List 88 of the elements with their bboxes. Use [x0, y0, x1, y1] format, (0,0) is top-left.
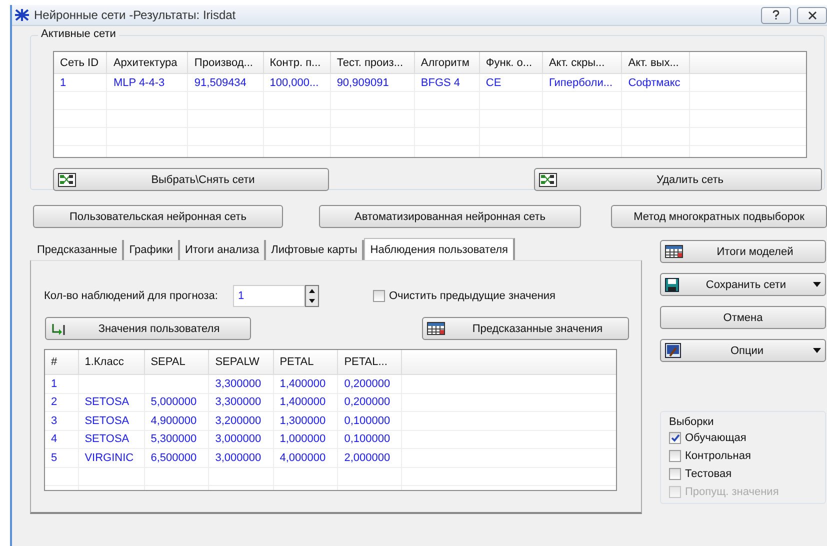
table-cell: 0,100000	[338, 412, 402, 430]
column-header[interactable]: Акт. вых...	[622, 52, 690, 74]
group-label: Активные сети	[38, 28, 119, 40]
column-header[interactable]: Архитектура	[106, 52, 188, 74]
column-header[interactable]: Тест. произ...	[330, 52, 414, 74]
table-cell: 1,000000	[273, 430, 338, 448]
side-button[interactable]: Опции	[660, 339, 826, 362]
select-button[interactable]: Выбрать\Снять сети	[53, 168, 329, 191]
table-cell: 2,000000	[338, 448, 402, 467]
column-header[interactable]: Функ. о...	[479, 52, 542, 74]
table-cell: 3,300000	[208, 374, 274, 393]
mode-button[interactable]: Автоматизированная нейронная сеть	[319, 205, 581, 228]
app-icon	[14, 8, 30, 22]
checkbox-label: Пропущ. значения	[685, 486, 779, 498]
picture-icon	[665, 343, 681, 358]
table-cell: CE	[479, 74, 542, 92]
table-cell: VIRGINIC	[78, 448, 144, 467]
table-icon	[427, 322, 445, 335]
network-icon	[58, 172, 76, 186]
checkbox[interactable]	[669, 432, 681, 444]
predicted-values-button[interactable]: Предсказанные значения	[422, 317, 629, 340]
table-cell: 5,000000	[144, 393, 209, 412]
table-cell: 1,400000	[273, 393, 338, 412]
column-header[interactable]: Алгоритм	[414, 52, 480, 74]
delete-button[interactable]: Удалить сеть	[534, 168, 822, 191]
table-cell: Гиперболи...	[542, 74, 622, 92]
close-button[interactable]	[797, 6, 827, 24]
column-header[interactable]: 1.Класс	[78, 350, 144, 374]
mode-button[interactable]: Пользовательская нейронная сеть	[33, 205, 283, 228]
help-button[interactable]	[761, 6, 791, 24]
table-cell: 5,300000	[144, 430, 209, 448]
arrow-icon	[50, 322, 66, 336]
mode-button[interactable]: Метод многократных подвыборок	[611, 205, 827, 228]
checkbox[interactable]	[669, 468, 681, 480]
checkbox-label: Контрольная	[685, 450, 751, 462]
table-cell: Софтмакс	[622, 74, 690, 92]
column-header[interactable]: SEPALW	[208, 350, 274, 374]
table-cell: 0,200000	[338, 393, 402, 412]
checkbox-label: Очистить предыдущие значения	[388, 290, 556, 302]
table-cell: 4	[45, 430, 78, 448]
table-icon	[665, 245, 683, 258]
table-cell: 3,000000	[208, 430, 274, 448]
column-header[interactable]: Контр. п...	[263, 52, 330, 74]
table-cell: 2	[45, 393, 78, 412]
column-header[interactable]: Производ...	[188, 52, 264, 74]
column-header[interactable]: Сеть ID	[54, 52, 107, 74]
side-button[interactable]: Сохранить сети	[660, 273, 826, 296]
field-label: Кол-во наблюдений для прогноза:	[44, 290, 218, 302]
column-header[interactable]: PETAL	[273, 350, 338, 374]
help-icon	[772, 10, 780, 20]
table-cell: 90,909091	[330, 74, 414, 92]
table-cell: 4,900000	[144, 412, 209, 430]
tab[interactable]: Наблюдения пользователя	[364, 238, 515, 260]
table-cell: 6,500000	[144, 448, 209, 467]
column-header[interactable]: #	[45, 350, 78, 374]
table-cell: 3,200000	[208, 412, 274, 430]
table-cell: 3	[45, 412, 78, 430]
table-cell: 3,000000	[208, 448, 274, 467]
table-cell: 1,300000	[273, 412, 338, 430]
side-button[interactable]: Итоги моделей	[660, 240, 826, 263]
column-header[interactable]: PETAL...	[338, 350, 402, 374]
close-icon	[808, 10, 816, 20]
window-title: Нейронные сети -Результаты: Irisdat	[34, 8, 236, 22]
table-cell: MLP 4-4-3	[106, 74, 188, 92]
checkbox[interactable]	[372, 290, 385, 302]
table-cell: SETOSA	[78, 430, 144, 448]
table-cell: 1	[54, 74, 107, 92]
table-cell: 1	[45, 374, 78, 393]
user-values-button[interactable]: Значения пользователя	[45, 317, 251, 340]
table-cell: SETOSA	[78, 393, 144, 412]
table-cell: 4,000000	[273, 448, 338, 467]
table-cell: 3,300000	[208, 393, 274, 412]
table-cell: 91,509434	[188, 74, 264, 92]
checkbox[interactable]	[669, 450, 681, 462]
table-cell: 100,000...	[263, 74, 330, 92]
table-cell: 0,100000	[338, 430, 402, 448]
side-button[interactable]: Отмена	[660, 306, 826, 329]
network-icon	[539, 172, 557, 186]
column-header[interactable]: SEPAL	[144, 350, 209, 374]
checkbox-label: Тестовая	[685, 468, 732, 480]
table-cell: 5	[45, 448, 78, 467]
group-label: Выборки	[669, 416, 715, 428]
checkbox-label: Обучающая	[685, 432, 746, 444]
column-header[interactable]: Акт. скры...	[542, 52, 622, 74]
table-cell: SETOSA	[78, 412, 144, 430]
table-cell: BFGS 4	[414, 74, 480, 92]
table-cell: 1,400000	[273, 374, 338, 393]
table-cell: 0,200000	[338, 374, 402, 393]
